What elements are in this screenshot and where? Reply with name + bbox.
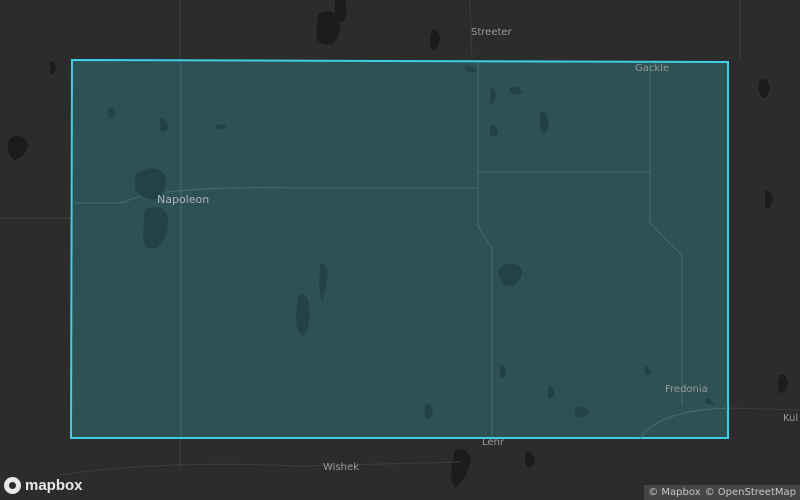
mapbox-logo[interactable]: mapbox — [4, 477, 83, 494]
mapbox-logo-text: mapbox — [25, 477, 83, 494]
highlighted-region[interactable] — [69, 58, 729, 439]
lake — [335, 0, 347, 22]
attribution-osm-link[interactable]: © OpenStreetMap — [705, 487, 796, 498]
place-label-streeter: Streeter — [471, 27, 512, 38]
place-label-wishek: Wishek — [323, 462, 359, 473]
map-base-layer — [0, 0, 800, 488]
attribution-mapbox-link[interactable]: © Mapbox — [648, 487, 700, 498]
place-label-kulm: Kul — [783, 413, 799, 424]
road — [727, 407, 800, 411]
map-canvas[interactable]: Streeter Gackle Napoleon Fredonia Lehr W… — [0, 0, 800, 500]
lake — [525, 451, 535, 468]
lake — [778, 374, 788, 393]
mapbox-logo-icon — [4, 477, 21, 494]
place-label-napoleon: Napoleon — [157, 193, 210, 206]
lake — [50, 61, 56, 74]
place-label-fredonia: Fredonia — [665, 384, 708, 395]
road — [59, 461, 461, 476]
lake — [758, 79, 770, 98]
place-label-gackle: Gackle — [635, 63, 670, 74]
lake — [7, 136, 28, 160]
attribution: © Mapbox © OpenStreetMap — [644, 485, 800, 500]
lake — [430, 29, 440, 51]
lake — [765, 190, 773, 209]
place-label-lehr: Lehr — [482, 437, 504, 448]
lake — [451, 449, 471, 488]
